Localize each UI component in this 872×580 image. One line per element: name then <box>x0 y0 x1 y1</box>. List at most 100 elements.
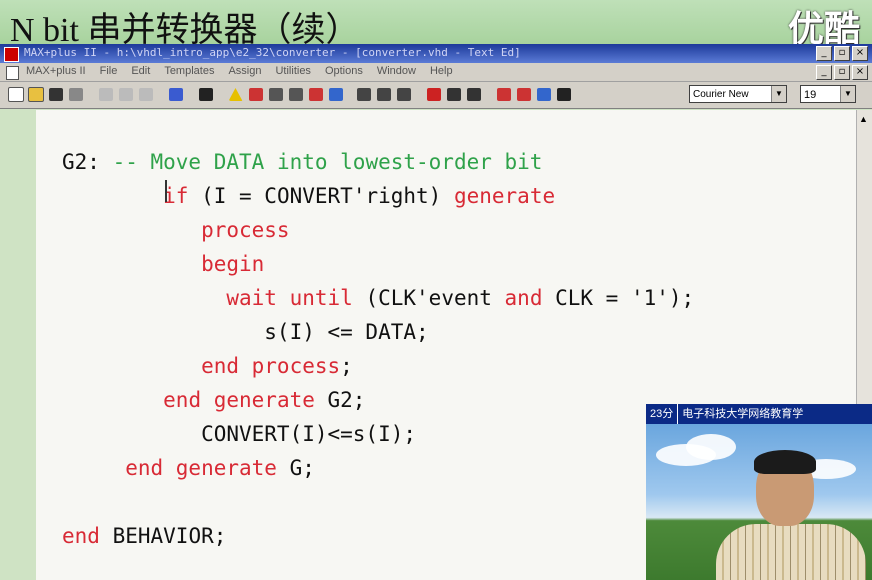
open-file-icon[interactable] <box>26 85 45 104</box>
code-token: (CLK'event <box>352 286 505 310</box>
code-token: G2; <box>314 388 366 412</box>
menu-item[interactable]: Help <box>430 65 453 77</box>
menu-item[interactable]: Edit <box>131 65 150 77</box>
report-icon[interactable] <box>424 85 443 104</box>
video-frame <box>646 424 872 580</box>
minimize-icon[interactable]: _ <box>816 46 832 61</box>
code-token: s(I) <= DATA; <box>62 320 429 344</box>
menu-items: MAX+plus II File Edit Templates Assign Utilit… <box>26 65 453 77</box>
menu-item[interactable]: MAX+plus II <box>26 65 86 77</box>
menu-item[interactable]: Window <box>377 65 416 77</box>
cut-icon[interactable] <box>96 85 115 104</box>
tool-c-icon[interactable] <box>534 85 553 104</box>
keyword-token: begin <box>201 252 265 276</box>
video-time: 23分 <box>646 404 679 424</box>
wave-editor-icon[interactable] <box>374 85 393 104</box>
menu-item[interactable]: Utilities <box>275 65 310 77</box>
keyword-token: and <box>504 286 543 310</box>
chevron-down-icon[interactable]: ▼ <box>771 86 786 102</box>
doc-close-icon[interactable]: × <box>852 65 868 80</box>
new-file-icon[interactable] <box>6 85 25 104</box>
keyword-token: end generate <box>125 456 277 480</box>
doc-minimize-icon[interactable]: _ <box>816 65 832 80</box>
simulate-icon[interactable] <box>286 85 305 104</box>
code-line: if (I = CONVERT'right) generate <box>62 179 694 213</box>
message-icon[interactable] <box>444 85 463 104</box>
scroll-up-icon[interactable]: ▲ <box>859 114 868 124</box>
code-line: wait until (CLK'event and CLK = '1'); <box>62 281 694 315</box>
menu-bar: MAX+plus II File Edit Templates Assign Utilit… <box>0 63 872 82</box>
window-titlebar[interactable]: MAX+plus II - h:\vhdl_intro_app\e2_32\co… <box>0 44 872 63</box>
code-token: (I = CONVERT'right) <box>188 184 454 208</box>
code-line: end BEHAVIOR; <box>62 519 694 553</box>
tool-a-icon[interactable] <box>494 85 513 104</box>
menu-item[interactable]: Options <box>325 65 363 77</box>
code-line: G2: -- Move DATA into lowest-order bit <box>62 145 694 179</box>
code-line: end process; <box>62 349 694 383</box>
font-select-value: Courier New <box>693 89 749 100</box>
compile-icon[interactable] <box>266 85 285 104</box>
undo-icon[interactable] <box>166 85 185 104</box>
document-window-controls: _ ▫ × <box>816 65 868 80</box>
doc-restore-icon[interactable]: ▫ <box>834 65 850 80</box>
code-line: begin <box>62 247 694 281</box>
code-token: G; <box>276 456 315 480</box>
editor-left-margin <box>0 110 36 580</box>
floorplan-icon[interactable] <box>246 85 265 104</box>
chevron-down-icon[interactable]: ▼ <box>840 86 855 102</box>
hierarchy-icon[interactable] <box>226 85 245 104</box>
toolbar: Courier New ▼ 19 ▼ <box>0 82 872 109</box>
close-icon[interactable]: × <box>852 46 868 61</box>
text-cursor <box>165 180 167 202</box>
code-line: process <box>62 213 694 247</box>
size-select-value: 19 <box>804 89 817 101</box>
code-line: end generate G2; <box>62 383 694 417</box>
copy-icon[interactable] <box>116 85 135 104</box>
keyword-token: end generate <box>163 388 315 412</box>
slide-header: N bit 串并转换器（续） 优酷 <box>0 0 872 50</box>
font-select[interactable]: Courier New ▼ <box>689 85 787 103</box>
window-title: MAX+plus II - h:\vhdl_intro_app\e2_32\co… <box>24 46 521 59</box>
code-view[interactable]: G2: -- Move DATA into lowest-order bit i… <box>62 145 694 553</box>
symbol-editor-icon[interactable] <box>394 85 413 104</box>
print-icon[interactable] <box>66 85 85 104</box>
document-icon[interactable] <box>6 66 19 80</box>
menu-item[interactable]: Templates <box>164 65 214 77</box>
menu-item[interactable]: Assign <box>228 65 261 77</box>
help-icon[interactable] <box>196 85 215 104</box>
code-line: s(I) <= DATA; <box>62 315 694 349</box>
comment-token: -- Move DATA into lowest-order bit <box>112 150 543 174</box>
tool-b-icon[interactable] <box>514 85 533 104</box>
programmer-icon[interactable] <box>326 85 345 104</box>
code-token: ; <box>340 354 353 378</box>
lecturer-video: 23分 电子科技大学网络教育学 <box>646 404 872 580</box>
menu-item[interactable]: File <box>100 65 118 77</box>
code-token: BEHAVIOR; <box>99 524 227 548</box>
app-icon[interactable] <box>4 47 19 62</box>
keyword-token: end <box>62 524 100 548</box>
video-caption-bar: 23分 电子科技大学网络教育学 <box>646 404 872 424</box>
assign-icon[interactable] <box>464 85 483 104</box>
size-select[interactable]: 19 ▼ <box>800 85 856 103</box>
window-controls: _ ▫ × <box>816 46 868 61</box>
code-line: CONVERT(I)<=s(I); <box>62 417 694 451</box>
open-editor-icon[interactable] <box>354 85 373 104</box>
keyword-token: generate <box>453 184 556 208</box>
tool-d-icon[interactable] <box>554 85 573 104</box>
timing-icon[interactable] <box>306 85 325 104</box>
code-token: G2: <box>62 150 113 174</box>
paste-icon[interactable] <box>136 85 155 104</box>
save-icon[interactable] <box>46 85 65 104</box>
code-line: end generate G; <box>62 451 694 485</box>
keyword-token: process <box>201 218 290 242</box>
maximize-icon[interactable]: ▫ <box>834 46 850 61</box>
keyword-token: wait until <box>226 286 353 310</box>
keyword-token: end process <box>201 354 341 378</box>
